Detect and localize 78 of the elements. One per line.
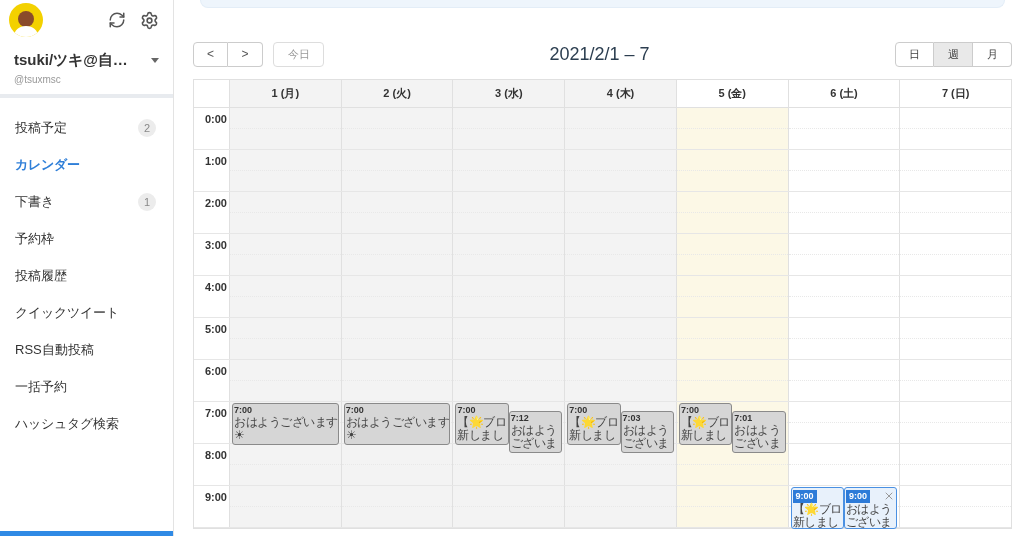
count-badge: 2 bbox=[138, 119, 156, 137]
time-label: 0:00 bbox=[204, 113, 227, 126]
time-label: 2:00 bbox=[204, 197, 227, 210]
next-button[interactable]: > bbox=[228, 41, 263, 67]
event-time: 7:12 bbox=[510, 412, 529, 424]
event-time: 7:00 bbox=[234, 404, 252, 416]
nav-item[interactable]: クイックツイート bbox=[0, 294, 173, 332]
caret-icon[interactable] bbox=[151, 57, 159, 63]
event-text: おはよう bbox=[845, 503, 893, 516]
time-label: 5:00 bbox=[204, 323, 227, 336]
event-time: 9:00 bbox=[792, 490, 817, 503]
event-card[interactable]: 9:00 【🌟ブロ 新しまし bbox=[790, 487, 844, 529]
nav-item[interactable]: カレンダー bbox=[0, 146, 173, 184]
event-text: おはようございます bbox=[234, 416, 337, 429]
event-card[interactable]: 7:01 おはよう ございま bbox=[732, 411, 786, 453]
event-text: 新しまし bbox=[457, 429, 505, 442]
event-text: おはよう bbox=[510, 424, 558, 437]
settings-icon[interactable] bbox=[140, 10, 159, 30]
time-label: 6:00 bbox=[204, 365, 227, 378]
view-tab[interactable]: 日 bbox=[895, 41, 934, 67]
avatar[interactable] bbox=[9, 3, 43, 37]
nav-item[interactable]: 下書き 1 bbox=[0, 183, 173, 221]
day-header: 4 (木) bbox=[565, 80, 677, 107]
prev-button[interactable]: < bbox=[193, 41, 228, 67]
event-card[interactable]: 7:03 おはよう ございま bbox=[620, 411, 674, 453]
event-time: 7:00 bbox=[345, 404, 364, 416]
event-time: 7:00 bbox=[569, 404, 588, 415]
event-text: おはよう bbox=[734, 424, 782, 437]
event-text: 【🌟ブロ bbox=[569, 416, 619, 429]
event-time: 7:00 bbox=[457, 404, 476, 415]
day-header: 2 (火) bbox=[341, 80, 454, 107]
account-handle: @tsuxmsc bbox=[13, 72, 62, 87]
view-tab[interactable]: 週 bbox=[934, 41, 973, 67]
event-text: おはようございます bbox=[345, 416, 449, 429]
event-time: 7:03 bbox=[622, 412, 641, 424]
day-header: 1 (月) bbox=[230, 80, 342, 107]
time-label: 8:00 bbox=[204, 449, 227, 462]
event-time: 7:01 bbox=[734, 412, 753, 424]
event-time: 9:00 bbox=[845, 490, 870, 503]
refresh-icon[interactable] bbox=[108, 11, 126, 29]
event-card[interactable]: 9:00 おはよう ございま bbox=[843, 487, 898, 529]
nav-item[interactable]: 投稿履歴 bbox=[0, 257, 173, 295]
event-card[interactable]: 7:00 【🌟ブロ 新しまし bbox=[567, 403, 621, 445]
event-text: 【🌟ブロ bbox=[457, 416, 507, 429]
nav-item[interactable]: 予約枠 bbox=[0, 220, 173, 258]
event-text: ございま bbox=[622, 437, 670, 450]
event-text: 【🌟ブロ bbox=[680, 416, 731, 429]
event-text: ございま bbox=[734, 437, 782, 450]
event-card[interactable]: 7:00 おはようございます ☀ bbox=[343, 403, 451, 445]
event-text: 新しまし bbox=[792, 516, 840, 528]
account-name[interactable]: tsuki/ツキ@自… bbox=[14, 49, 128, 72]
nav-item[interactable]: RSS自動投稿 bbox=[0, 331, 173, 369]
event-text: ございま bbox=[845, 516, 893, 528]
event-text: 新しまし bbox=[680, 429, 728, 442]
date-range-title: 2021/2/1 – 7 bbox=[549, 42, 651, 66]
nav-item[interactable]: 一括予約 bbox=[0, 368, 173, 406]
event-card[interactable]: 7:00 【🌟ブロ 新しまし bbox=[455, 403, 509, 445]
view-tab[interactable]: 月 bbox=[973, 41, 1012, 67]
time-label: 1:00 bbox=[204, 155, 227, 168]
event-card[interactable]: 7:00 おはようございます ☀ bbox=[232, 403, 339, 445]
event-text: 【🌟ブロ bbox=[792, 503, 842, 516]
event-card[interactable]: 7:00 【🌟ブロ 新しまし bbox=[678, 403, 733, 445]
day-header: 3 (水) bbox=[453, 80, 566, 107]
time-label: 3:00 bbox=[204, 239, 227, 252]
event-text: ございま bbox=[510, 437, 558, 450]
nav-item[interactable]: ハッシュタグ検索 bbox=[0, 405, 173, 443]
time-label: 9:00 bbox=[204, 491, 227, 504]
event-text: ☀ bbox=[234, 429, 246, 442]
event-text: おはよう bbox=[622, 424, 670, 437]
time-label: 4:00 bbox=[204, 281, 227, 294]
count-badge: 1 bbox=[138, 193, 156, 211]
event-card[interactable]: 7:12 おはよう ございま bbox=[508, 411, 563, 453]
time-label: 7:00 bbox=[204, 407, 227, 420]
event-text: 新しまし bbox=[569, 429, 617, 442]
event-text: ☀ bbox=[345, 429, 358, 442]
event-time: 7:00 bbox=[680, 404, 699, 415]
nav-item[interactable]: 投稿予定 2 bbox=[0, 109, 173, 147]
person-icon bbox=[13, 9, 39, 37]
